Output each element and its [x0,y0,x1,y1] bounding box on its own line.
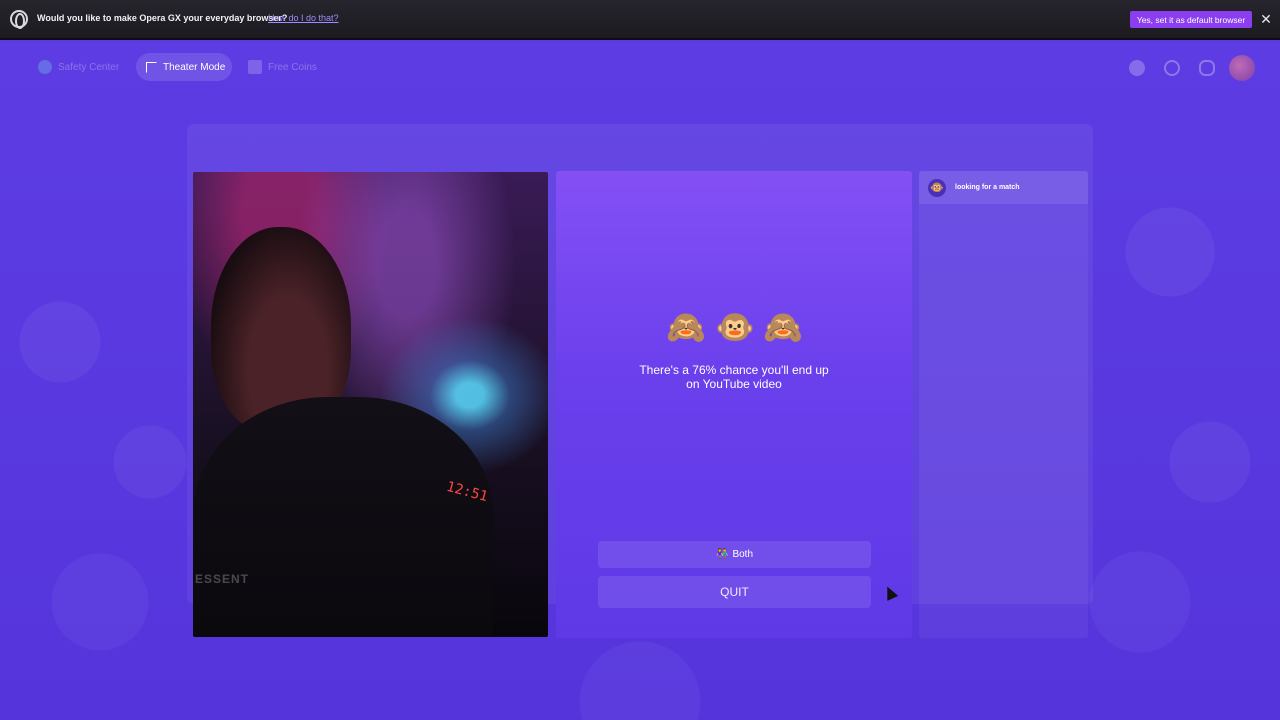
couple-icon: 👫 [715,549,729,560]
nav-label: Free Coins [268,61,317,73]
chat-panel [919,171,1088,638]
expand-icon [146,61,157,73]
gender-both-button[interactable]: 👫 Both [598,541,871,568]
nav-label: Theater Mode [163,61,226,73]
both-label: Both [732,549,754,560]
coins-icon [248,60,262,74]
person-body [193,397,493,637]
chance-message: There's a 76% chance you'll end up on Yo… [639,363,829,391]
status-text: looking for a match [955,184,1020,191]
set-default-browser-button[interactable]: Yes, set it as default browser [1130,11,1252,28]
nav-safety-center[interactable]: Safety Center [30,53,128,81]
globe-icon[interactable] [1129,60,1145,76]
user-avatar[interactable] [1229,55,1255,81]
quit-button[interactable]: QUIT [598,576,871,608]
browser-notification-bar: Would you like to make Opera GX your eve… [0,0,1280,40]
webcam-video: ESSENT 12:51 [193,172,548,637]
close-icon[interactable]: ✕ [1259,11,1273,28]
hoodie-text: ESSENT [195,572,250,586]
how-to-link[interactable]: How do I do that? [268,13,339,23]
nav-label: Safety Center [58,61,120,73]
nav-theater-mode[interactable]: Theater Mode [136,53,232,81]
shield-icon [38,60,52,74]
default-browser-prompt: Would you like to make Opera GX your eve… [37,13,288,23]
chat-bubble-icon[interactable] [1199,60,1215,76]
history-icon[interactable] [1164,60,1180,76]
nav-free-coins[interactable]: Free Coins [240,53,320,81]
opera-logo-icon [10,10,28,29]
status-avatar-icon: 🐵 [928,179,946,197]
